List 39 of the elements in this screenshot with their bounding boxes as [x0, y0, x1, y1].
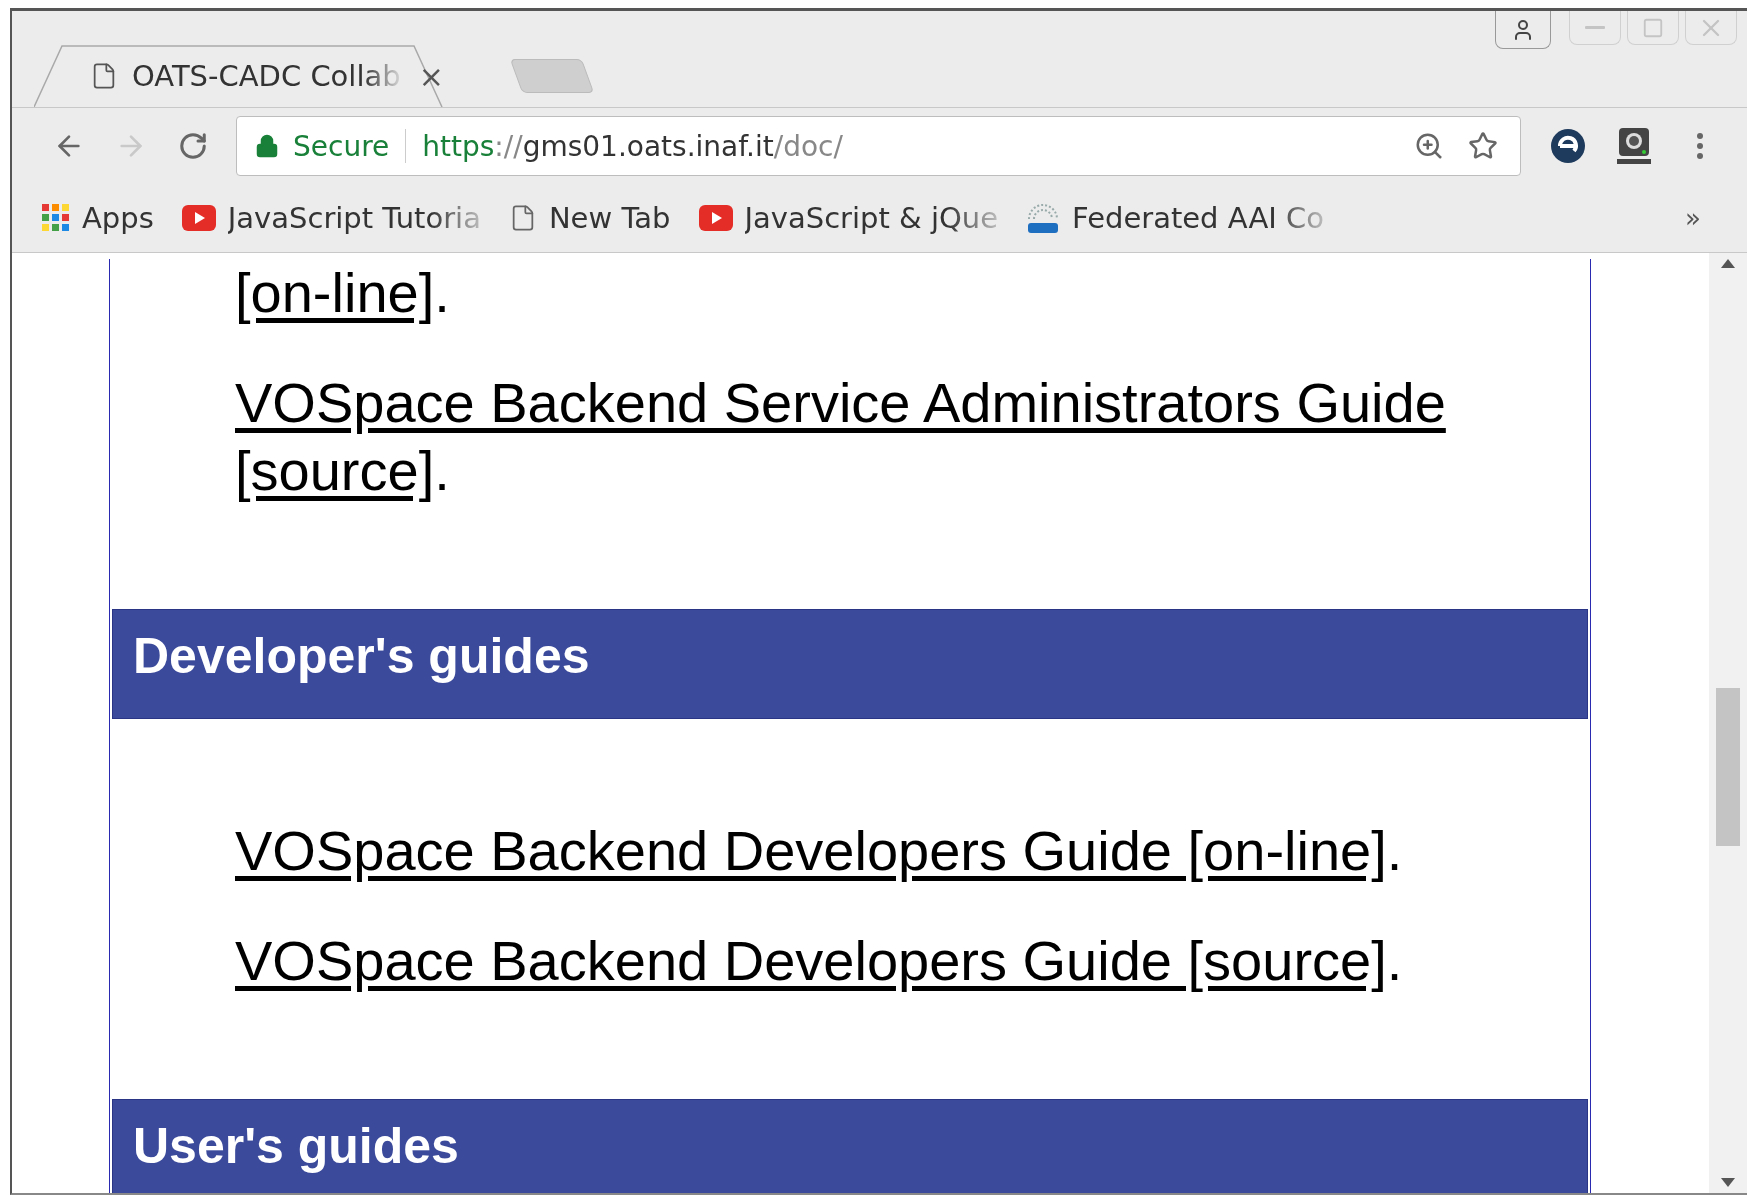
guide-entry: VOSpace Backend Service Administrators Guide [source]. — [234, 370, 1447, 504]
bookmark-item[interactable]: Federated AAI Co — [1026, 201, 1338, 235]
tab-close-button[interactable]: × — [418, 58, 444, 94]
bookmarks-overflow-button[interactable]: » — [1679, 202, 1707, 234]
section-heading: Developer's guides — [112, 609, 1588, 719]
menu-dots-icon — [1697, 133, 1703, 159]
arc-logo-icon — [1026, 201, 1061, 235]
profile-button[interactable] — [1495, 11, 1551, 49]
minimize-icon — [1585, 26, 1605, 29]
secure-label: Secure — [293, 129, 390, 163]
guide-link[interactable]: VOSpace Backend Developers Guide [source] — [235, 929, 1387, 992]
maximize-icon — [1642, 16, 1664, 39]
guide-entry: VOSpace Backend Developers Guide [on-line]. — [234, 818, 1404, 884]
guide-link[interactable]: VOSpace Backend Developers Guide [on-line] — [235, 819, 1387, 882]
scroll-down-icon — [1721, 1178, 1735, 1187]
lock-icon — [255, 134, 279, 158]
tab-title: OATS-CADC Collab — [132, 59, 402, 93]
address-bar[interactable]: Secure https://gms01.oats.inaf.it/doc/ — [236, 116, 1521, 176]
guide-entry: VOSpace Backend Developers Guide [source]. — [234, 928, 1404, 994]
bookmark-item[interactable]: JavaScript & jQue — [698, 201, 1013, 235]
browser-tab[interactable]: OATS-CADC Collab × — [34, 45, 494, 107]
guide-link[interactable]: VOSpace Backend Service Administrators Guide — [235, 371, 1446, 434]
round-badge-icon — [1550, 128, 1586, 164]
bookmark-item[interactable]: New Tab — [508, 201, 685, 235]
scroll-up-icon — [1721, 259, 1735, 268]
webcam-icon — [1617, 127, 1651, 165]
scrollbar[interactable] — [1709, 253, 1747, 1193]
guide-entry: [on-line]. — [234, 260, 451, 326]
section-heading: User's guides — [112, 1099, 1588, 1193]
apps-grid-icon — [42, 204, 70, 232]
scrollbar-thumb[interactable] — [1716, 688, 1740, 846]
url-text: https://gms01.oats.inaf.it/doc/ — [422, 129, 844, 163]
video-play-icon — [181, 205, 216, 231]
bookmark-item[interactable]: Apps — [42, 201, 168, 235]
guide-link[interactable]: [on-line] — [235, 261, 435, 324]
guide-link[interactable]: [source] — [235, 439, 435, 502]
bookmark-item[interactable]: JavaScript Tutoria — [181, 201, 495, 235]
video-play-icon — [698, 205, 733, 231]
reload-icon — [178, 131, 208, 161]
